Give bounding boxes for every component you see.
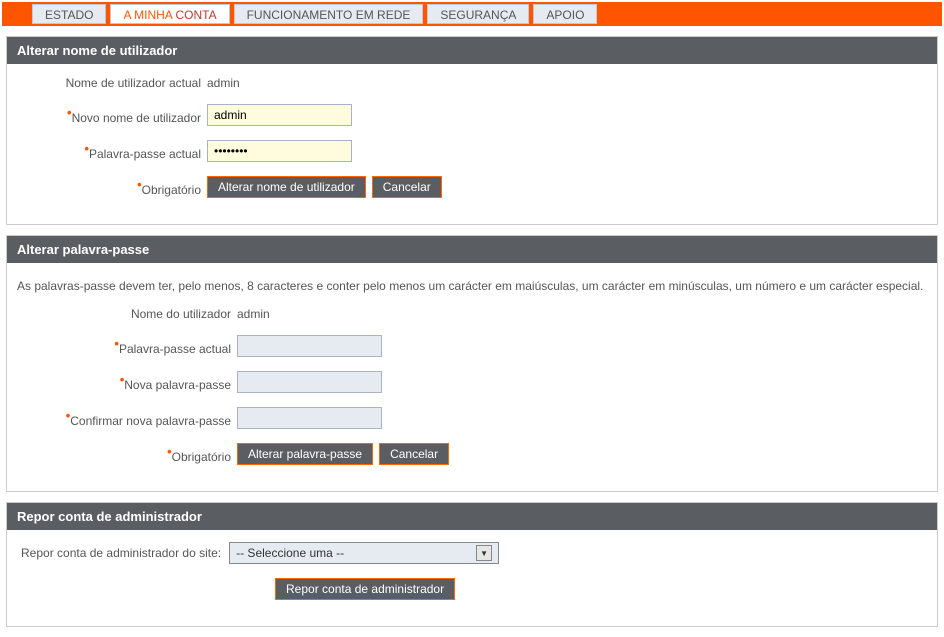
nav-tab-funcionamento[interactable]: FUNCIONAMENTO EM REDE bbox=[234, 4, 424, 24]
nav-tab-seguranca[interactable]: SEGURANÇA bbox=[427, 4, 529, 24]
value-current-username: admin bbox=[207, 76, 240, 90]
nav-tab-label: APOIO bbox=[546, 8, 584, 22]
cancel-username-button[interactable]: Cancelar bbox=[372, 176, 442, 198]
input-current-password[interactable] bbox=[207, 140, 352, 162]
nav-tab-label-first: A MINHA bbox=[123, 8, 175, 22]
value-username: admin bbox=[237, 307, 270, 321]
row-current-username: Nome de utilizador actual admin bbox=[17, 76, 927, 90]
row-current-password: •Palavra-passe actual bbox=[17, 335, 927, 357]
row-new-username: •Novo nome de utilizador bbox=[17, 104, 927, 126]
cancel-password-button[interactable]: Cancelar bbox=[379, 443, 449, 465]
section-reset-admin: Repor conta de administrador Repor conta… bbox=[6, 502, 938, 627]
section-body: As palavras-passe devem ter, pelo menos,… bbox=[7, 263, 937, 491]
change-password-button[interactable]: Alterar palavra-passe bbox=[237, 443, 373, 465]
nav-tab-label: FUNCIONAMENTO EM REDE bbox=[247, 8, 411, 22]
label-current-password: •Palavra-passe actual bbox=[17, 336, 237, 356]
section-header: Alterar nome de utilizador bbox=[7, 37, 937, 64]
select-placeholder: -- Seleccione uma -- bbox=[236, 546, 344, 560]
label-confirm-password: •Confirmar nova palavra-passe bbox=[17, 408, 237, 428]
section-header: Repor conta de administrador bbox=[7, 503, 937, 530]
chevron-down-icon: ▼ bbox=[476, 545, 492, 561]
input-current-password-2[interactable] bbox=[237, 335, 382, 357]
nav-tab-apoio[interactable]: APOIO bbox=[533, 4, 597, 24]
nav-tab-estado[interactable]: ESTADO bbox=[32, 4, 106, 24]
input-new-password[interactable] bbox=[237, 371, 382, 393]
row-reset-action: Repor conta de administrador bbox=[17, 578, 927, 600]
nav-tab-minha-conta[interactable]: A MINHA CONTA bbox=[110, 4, 229, 24]
input-confirm-password[interactable] bbox=[237, 407, 382, 429]
label-new-username: •Novo nome de utilizador bbox=[17, 105, 207, 125]
row-current-password: •Palavra-passe actual bbox=[17, 140, 927, 162]
label-username: Nome do utilizador bbox=[17, 307, 237, 321]
label-current-password: •Palavra-passe actual bbox=[17, 141, 207, 161]
label-reset-admin: Repor conta de administrador do site: bbox=[17, 546, 229, 560]
section-body: Nome de utilizador actual admin •Novo no… bbox=[7, 64, 937, 224]
nav-tab-label-second: CONTA bbox=[175, 8, 216, 22]
input-new-username[interactable] bbox=[207, 104, 352, 126]
label-required: •Obrigatório bbox=[17, 177, 207, 197]
password-info-text: As palavras-passe devem ter, pelo menos,… bbox=[17, 275, 927, 307]
row-confirm-password: •Confirmar nova palavra-passe bbox=[17, 407, 927, 429]
label-current-username: Nome de utilizador actual bbox=[17, 76, 207, 90]
row-reset-select: Repor conta de administrador do site: --… bbox=[17, 542, 927, 564]
change-username-button[interactable]: Alterar nome de utilizador bbox=[207, 176, 366, 198]
section-header: Alterar palavra-passe bbox=[7, 236, 937, 263]
section-body: Repor conta de administrador do site: --… bbox=[7, 530, 937, 626]
row-username: Nome do utilizador admin bbox=[17, 307, 927, 321]
row-new-password: •Nova palavra-passe bbox=[17, 371, 927, 393]
top-nav-bar: ESTADO A MINHA CONTA FUNCIONAMENTO EM RE… bbox=[2, 2, 942, 26]
label-required: •Obrigatório bbox=[17, 444, 237, 464]
label-new-password: •Nova palavra-passe bbox=[17, 372, 237, 392]
select-site[interactable]: -- Seleccione uma -- ▼ bbox=[229, 542, 499, 564]
section-change-username: Alterar nome de utilizador Nome de utili… bbox=[6, 36, 938, 225]
reset-admin-button[interactable]: Repor conta de administrador bbox=[275, 578, 455, 600]
row-required-actions: •Obrigatório Alterar nome de utilizador … bbox=[17, 176, 927, 198]
nav-tab-label: SEGURANÇA bbox=[440, 8, 516, 22]
section-change-password: Alterar palavra-passe As palavras-passe … bbox=[6, 235, 938, 492]
row-required-actions: •Obrigatório Alterar palavra-passe Cance… bbox=[17, 443, 927, 465]
nav-tab-label: ESTADO bbox=[45, 8, 93, 22]
